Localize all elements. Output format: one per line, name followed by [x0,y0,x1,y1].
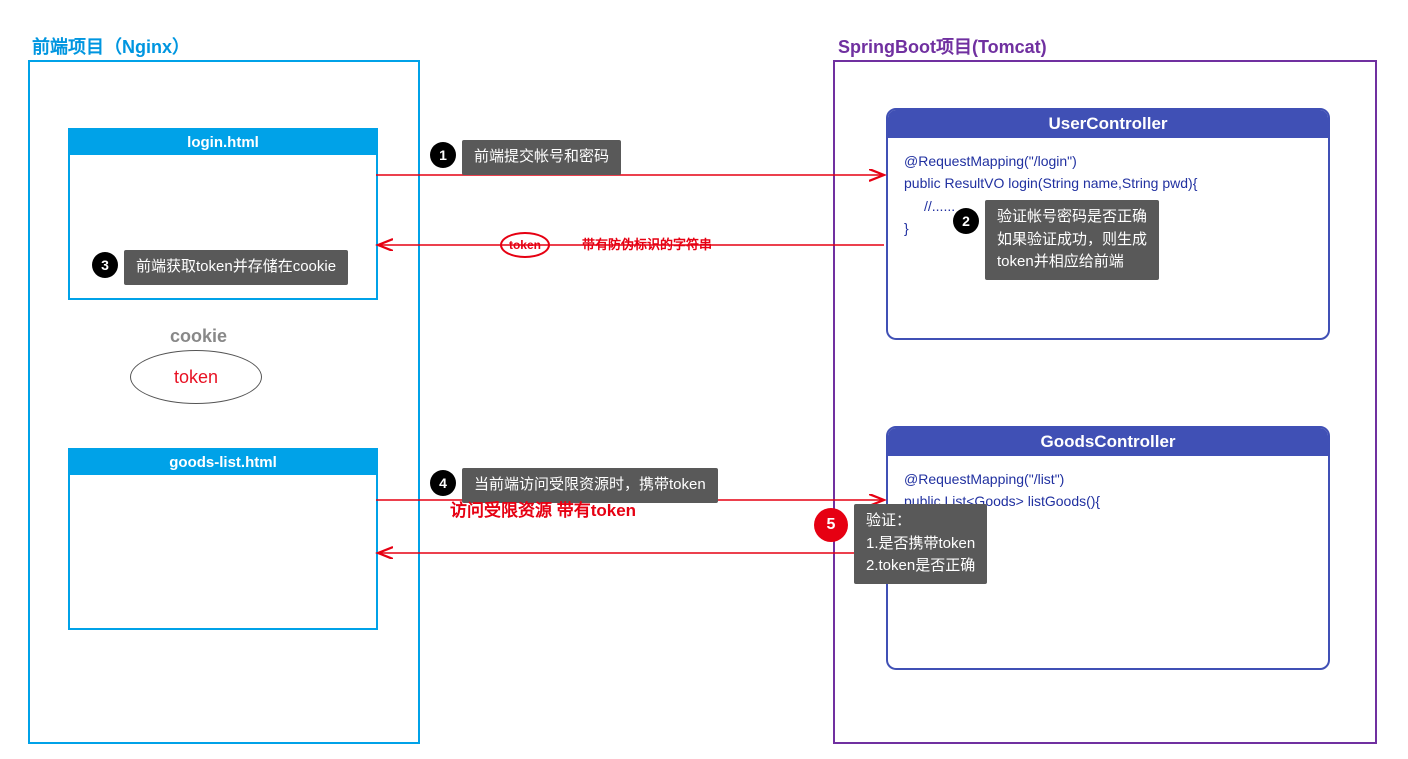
user-controller-header: UserController [888,110,1328,138]
arrow2-note: 带有防伪标识的字符串 [582,234,712,253]
arrow4-note: 访问受限资源 带有token [450,496,636,521]
user-ctrl-line2: public ResultVO login(String name,String… [904,172,1312,194]
login-page-header: login.html [70,130,376,155]
step4-num: 4 [430,470,456,496]
step2-num: 2 [953,208,979,234]
step1-note: 前端提交帐号和密码 [462,140,621,175]
frontend-title: 前端项目（Nginx） [32,33,190,59]
step3-note: 前端获取token并存储在cookie [124,250,348,285]
goods-page-header: goods-list.html [70,450,376,475]
token-ellipse-text: token [174,367,218,388]
step2-note: 验证帐号密码是否正确 如果验证成功，则生成 token并相应给前端 [985,200,1159,280]
token-badge: token [500,232,550,258]
step1-num: 1 [430,142,456,168]
step5-num: 5 [814,508,848,542]
goods-controller-header: GoodsController [888,428,1328,456]
user-ctrl-line1: @RequestMapping("/login") [904,150,1312,172]
goods-page-box: goods-list.html [68,448,378,630]
step3-num: 3 [92,252,118,278]
backend-title: SpringBoot项目(Tomcat) [838,33,1047,59]
goods-ctrl-line1: @RequestMapping("/list") [904,468,1312,490]
cookie-label: cookie [170,326,227,347]
step5-note: 验证： 1.是否携带token 2.token是否正确 [854,504,987,584]
token-ellipse: token [130,350,262,404]
